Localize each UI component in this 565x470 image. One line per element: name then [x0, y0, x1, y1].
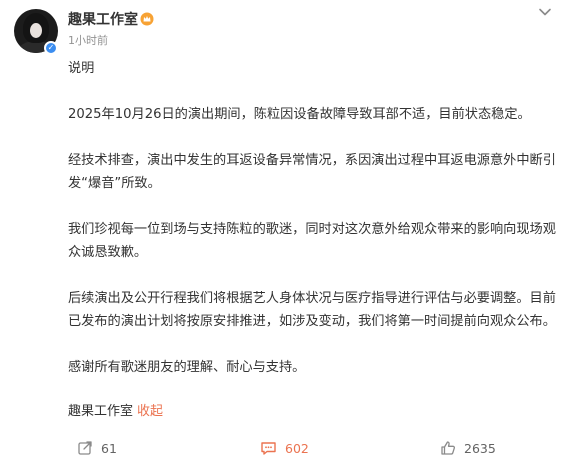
comment-count: 602 [285, 440, 309, 456]
post-paragraph: 经技术排查，演出中发生的耳返设备异常情况，系因演出过程中耳返电源意外中断引发“爆… [68, 153, 556, 191]
post-paragraph: 感谢所有歌迷朋友的理解、耐心与支持。 [68, 360, 306, 375]
post-paragraph: 2025年10月26日的演出期间，陈粒因设备故障导致耳部不适，目前状态稳定。 [68, 107, 531, 122]
like-icon [441, 441, 456, 455]
post-time[interactable]: 1小时前 [68, 34, 108, 48]
post-paragraph: 我们珍视每一位到场与支持陈粒的歌迷，同时对这次意外给观众带来的影响向现场观众诚恳… [68, 222, 556, 260]
chevron-down-icon[interactable] [538, 7, 552, 17]
like-button[interactable]: 2635 [440, 436, 496, 460]
verified-icon: ✓ [44, 41, 58, 55]
post-content: 说明 2025年10月26日的演出期间，陈粒因设备故障导致耳部不适，目前状态稳定… [68, 57, 556, 379]
post-paragraph: 后续演出及公开行程我们将根据艺人身体状况与医疗指导进行评估与必要调整。目前已发布… [68, 291, 556, 329]
repost-icon [78, 441, 92, 455]
crown-badge-icon[interactable] [140, 12, 154, 26]
action-bar: 61 602 2635 [0, 436, 565, 460]
collapse-link[interactable]: 收起 [137, 404, 163, 419]
author-name[interactable]: 趣果工作室 [68, 11, 138, 29]
post-paragraph: 说明 [68, 61, 95, 76]
repost-count: 61 [101, 440, 117, 456]
repost-button[interactable]: 61 [77, 436, 117, 460]
post-signature: 趣果工作室 [68, 404, 134, 419]
weibo-post-card: ✓ 趣果工作室 1小时前 说明 2025年10月26日的演出期间，陈粒因设备故障… [0, 0, 565, 470]
avatar-face [30, 23, 42, 38]
like-count: 2635 [464, 440, 496, 456]
post-signature-line: 趣果工作室 收起 [68, 403, 163, 421]
comment-icon [261, 442, 276, 455]
comment-button[interactable]: 602 [260, 436, 309, 460]
